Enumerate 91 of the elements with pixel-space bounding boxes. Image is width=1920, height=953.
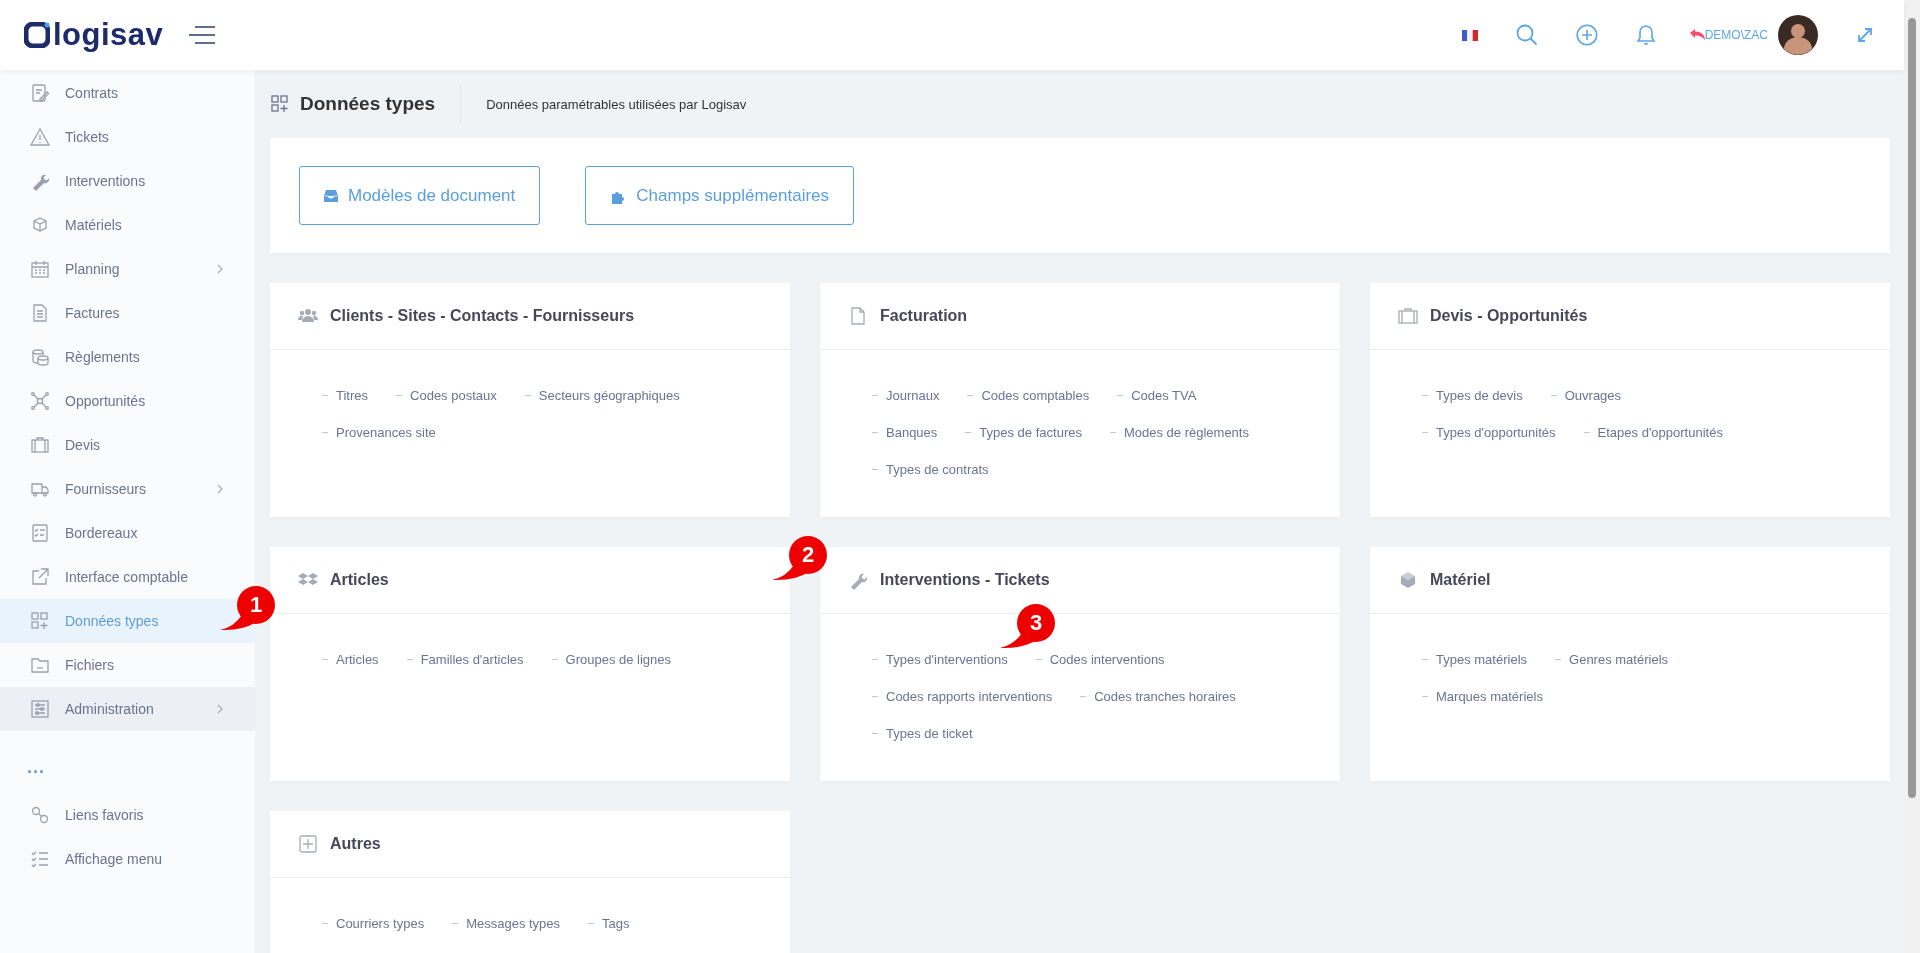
- link[interactable]: Types matériels: [1422, 652, 1528, 667]
- card-title: Interventions - Tickets: [880, 571, 1050, 589]
- undo-arrow-icon[interactable]: [1689, 29, 1705, 41]
- network-icon: [30, 391, 50, 411]
- logo-icon: [24, 22, 50, 48]
- card-title: Matériel: [1430, 571, 1491, 589]
- sidebar-item[interactable]: Matériels: [0, 203, 255, 247]
- briefcase-icon: [30, 435, 50, 455]
- card-title: Devis - Opportunités: [1430, 307, 1588, 325]
- add-icon[interactable]: [1575, 24, 1598, 46]
- link[interactable]: Titres: [322, 388, 369, 403]
- sidebar-item[interactable]: Planning: [0, 247, 255, 291]
- link[interactable]: Genres matériels: [1555, 652, 1669, 667]
- menu-icon[interactable]: [189, 25, 218, 45]
- coins-icon: [30, 347, 50, 367]
- document-icon: [848, 306, 868, 326]
- scrollbar[interactable]: [1904, 0, 1920, 953]
- sidebar-item[interactable]: Interventions: [0, 159, 255, 203]
- chevron-right-icon: [217, 264, 223, 274]
- document-edit-icon: [30, 83, 50, 103]
- plus-square-icon: [298, 834, 318, 854]
- link[interactable]: Secteurs géographiques: [524, 388, 680, 403]
- sliders-icon: [30, 699, 50, 719]
- link[interactable]: Messages types: [452, 916, 561, 931]
- flag-icon[interactable]: [1461, 29, 1478, 41]
- sidebar-item[interactable]: Fichiers: [0, 643, 255, 687]
- sidebar-item[interactable]: Administration: [0, 687, 255, 731]
- link[interactable]: Codes rapports interventions: [872, 689, 1053, 704]
- sidebar-item[interactable]: Affichage menu: [0, 837, 255, 881]
- link[interactable]: Types de ticket: [872, 726, 973, 741]
- link[interactable]: Codes TVA: [1117, 388, 1197, 403]
- link[interactable]: Types de devis: [1422, 388, 1523, 403]
- sidebar-item[interactable]: Liens favoris: [0, 793, 255, 837]
- page-title: Données types: [300, 93, 436, 115]
- link[interactable]: Codes postaux: [396, 388, 497, 403]
- sidebar-item[interactable]: Opportunités: [0, 379, 255, 423]
- link-icon: [30, 805, 50, 825]
- sidebar-item[interactable]: Tickets: [0, 115, 255, 159]
- link[interactable]: Familles d'articles: [406, 652, 524, 667]
- sidebar-item[interactable]: Règlements: [0, 335, 255, 379]
- link[interactable]: Types d'interventions: [872, 652, 1008, 667]
- link-button[interactable]: Champs supplémentaires: [585, 166, 855, 225]
- external-link-icon: [30, 567, 50, 587]
- grid-plus-icon: [270, 94, 290, 114]
- sidebar-item[interactable]: Fournisseurs: [0, 467, 255, 511]
- link[interactable]: Articles: [322, 652, 379, 667]
- expand-icon[interactable]: [1856, 26, 1874, 44]
- logo-text: logisav: [53, 17, 164, 53]
- chevron-right-icon: [217, 704, 223, 714]
- cube-icon: [1398, 570, 1418, 590]
- card-title: Autres: [330, 835, 381, 853]
- link[interactable]: Codes tranches horaires: [1080, 689, 1236, 704]
- link[interactable]: Codes interventions: [1035, 652, 1165, 667]
- link[interactable]: Tags: [588, 916, 630, 931]
- card-title: Clients - Sites - Contacts - Fournisseurs: [330, 307, 635, 325]
- page-subtitle: Données paramétrables utilisées par Logisav: [486, 96, 747, 112]
- link[interactable]: Banques: [872, 425, 938, 440]
- user-name[interactable]: DEMO\ZAC: [1704, 28, 1768, 42]
- link[interactable]: Courriers types: [322, 916, 425, 931]
- avatar-icon[interactable]: [1778, 15, 1818, 55]
- sidebar-item[interactable]: Contrats: [0, 71, 255, 115]
- more-button[interactable]: ...: [27, 759, 45, 775]
- folder-icon: [30, 655, 50, 675]
- card-title: Articles: [330, 571, 389, 589]
- sidebar-item[interactable]: Factures: [0, 291, 255, 335]
- link[interactable]: Etapes d'opportunités: [1583, 425, 1723, 440]
- link[interactable]: Types de factures: [965, 425, 1082, 440]
- card-title: Facturation: [880, 307, 968, 325]
- link[interactable]: Journaux: [872, 388, 940, 403]
- calendar-icon: [30, 259, 50, 279]
- checklist-icon: [30, 523, 50, 543]
- link[interactable]: Provenances site: [322, 425, 436, 440]
- search-icon[interactable]: [1515, 24, 1538, 46]
- link[interactable]: Groupes de lignes: [551, 652, 672, 667]
- link[interactable]: Ouvrages: [1550, 388, 1622, 403]
- briefcase-icon: [1398, 306, 1418, 326]
- link[interactable]: Modes de règlements: [1109, 425, 1249, 440]
- chevron-right-icon: [217, 484, 223, 494]
- link[interactable]: Types de contrats: [872, 462, 989, 477]
- link[interactable]: Codes comptables: [967, 388, 1090, 403]
- link-button[interactable]: Modèles de document: [299, 166, 541, 225]
- checklist-icon: [30, 849, 50, 869]
- inbox-icon: [324, 189, 338, 202]
- warning-icon: [30, 127, 50, 147]
- bell-icon[interactable]: [1635, 24, 1656, 46]
- sidebar-item[interactable]: Bordereaux: [0, 511, 255, 555]
- document-icon: [30, 303, 50, 323]
- sidebar-item[interactable]: Devis: [0, 423, 255, 467]
- link[interactable]: Marques matériels: [1422, 689, 1543, 704]
- grid-plus-icon: [30, 611, 50, 631]
- link[interactable]: Types d'opportunités: [1422, 425, 1556, 440]
